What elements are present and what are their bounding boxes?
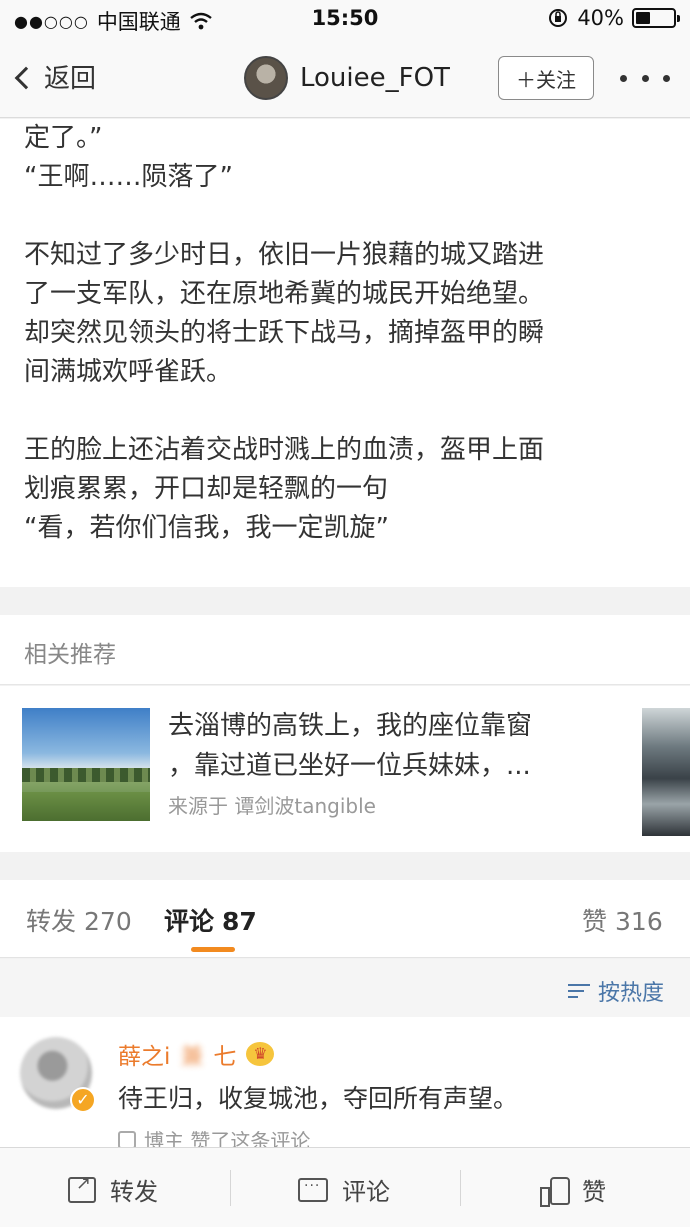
article-body: 定了。” “王啊……陨落了” 不知过了多少时日，依旧一片狼藉的城又踏进 了一支军…: [0, 119, 690, 587]
like-button-label: 赞: [582, 1178, 606, 1206]
status-right: 40%: [547, 6, 680, 30]
comment-author-tag: 兼: [180, 1044, 204, 1070]
battery-icon: [632, 8, 680, 28]
tab-like[interactable]: 赞 316: [582, 902, 663, 938]
battery-percent: 40%: [577, 6, 624, 30]
article-line: 间满城欢呼雀跃。: [24, 357, 233, 387]
related-text[interactable]: 去淄博的高铁上，我的座位靠窗 ，靠过道已坐好一位兵妹妹，... 来源于 谭剑波t…: [168, 706, 608, 819]
comment-button-label: 评论: [342, 1178, 390, 1206]
related-line: 去淄博的高铁上，我的座位靠窗: [168, 711, 533, 741]
article-line: “看，若你们信我，我一定凯旋”: [24, 513, 389, 543]
thumbs-up-icon: [118, 1130, 136, 1147]
comment-item[interactable]: ✓ 薛之i 兼 七 ♛ 待王归，收复城池，夺回所有声望。 博主 赞了这条评论: [0, 1017, 690, 1147]
article-line: 不知过了多少时日，依旧一片狼藉的城又踏进: [24, 240, 545, 270]
repost-button[interactable]: 转发: [68, 1172, 158, 1207]
comment-author-suffix: 七: [213, 1044, 237, 1070]
rotation-lock-icon: [549, 9, 568, 27]
comment-count: 87: [222, 907, 257, 936]
share-icon: [68, 1173, 96, 1203]
repost-label: 转发: [26, 907, 77, 936]
thumbnail-trees: [22, 768, 150, 782]
repost-count: 270: [84, 907, 132, 936]
back-label: 返回: [44, 64, 97, 94]
comment-author-name[interactable]: 薛之i: [118, 1037, 170, 1071]
tab-repost[interactable]: 转发 270: [26, 902, 132, 938]
back-button[interactable]: 返回: [14, 58, 97, 95]
nav-bar: 返回 Louiee_FOT ＋关注: [0, 40, 690, 118]
article-line: 定了。”: [24, 123, 103, 153]
more-dot-icon: [663, 74, 670, 82]
related-source: 来源于 谭剑波tangible: [168, 794, 376, 818]
more-options-button[interactable]: [620, 60, 670, 96]
comment-text: 待王归，收复城池，夺回所有声望。: [118, 1084, 519, 1113]
toolbar-divider: [460, 1170, 461, 1206]
battery-level: [636, 12, 651, 24]
like-button[interactable]: 赞: [540, 1172, 606, 1207]
article-line: 却突然见领头的将士跃下战马，摘掉盔甲的瞬: [24, 318, 545, 348]
article-line: “王啊……陨落了”: [24, 162, 233, 192]
active-tab-indicator: [191, 947, 235, 952]
thumbnail-field: [22, 792, 150, 821]
like-label: 赞: [582, 907, 608, 936]
comment-icon: [298, 1177, 328, 1202]
article-line: 王的脸上还沾着交战时溅上的血渍，盔甲上面: [24, 435, 545, 465]
follow-button[interactable]: ＋关注: [498, 56, 594, 100]
article-line: 了一支军队，还在原地希冀的城民开始绝望。: [24, 279, 545, 309]
nav-title[interactable]: Louiee_FOT: [300, 63, 450, 93]
sort-bar: 按热度: [0, 959, 690, 1017]
related-line: ，靠过道已坐好一位兵妹妹，...: [168, 751, 531, 781]
toolbar-divider: [230, 1170, 231, 1206]
status-bar: ●●○○○ 中国联通 15:50 40%: [0, 0, 690, 40]
more-dot-icon: [641, 74, 649, 82]
related-thumbnail[interactable]: [22, 708, 150, 821]
sort-icon: [567, 982, 590, 1000]
next-related-thumbnail[interactable]: [642, 708, 690, 836]
author-liked-text: 博主 赞了这条评论: [144, 1129, 311, 1147]
bottom-toolbar: 转发 评论 赞: [0, 1147, 690, 1227]
sort-by-hot-button[interactable]: 按热度: [567, 975, 664, 1007]
like-count: 316: [615, 907, 663, 936]
related-card[interactable]: 去淄博的高铁上，我的座位靠窗 ，靠过道已坐好一位兵妹妹，... 来源于 谭剑波t…: [0, 686, 690, 852]
verified-badge-icon: ✓: [70, 1087, 96, 1113]
related-title: 相关推荐: [24, 642, 116, 668]
thumbs-up-icon: [540, 1176, 570, 1207]
follow-label: ＋关注: [516, 67, 576, 92]
crown-badge-icon: ♛: [246, 1042, 275, 1066]
avatar[interactable]: [244, 56, 288, 100]
nav-profile[interactable]: Louiee_FOT: [244, 56, 450, 100]
related-header: 相关推荐: [0, 615, 690, 685]
comment-author[interactable]: 薛之i 兼 七 ♛: [118, 1037, 275, 1071]
tab-comment[interactable]: 评论 87: [164, 902, 257, 938]
author-liked-note: 博主 赞了这条评论: [118, 1125, 310, 1147]
sort-label: 按热度: [597, 981, 664, 1006]
repost-button-label: 转发: [110, 1178, 158, 1206]
chevron-left-icon: [14, 66, 38, 89]
article-line: 划痕累累，开口却是轻飘的一句: [24, 474, 389, 504]
comment-label: 评论: [164, 907, 215, 936]
more-dot-icon: [620, 74, 627, 82]
stats-tabs: 转发 270 评论 87 赞 316: [0, 880, 690, 958]
comment-button[interactable]: 评论: [298, 1172, 390, 1207]
